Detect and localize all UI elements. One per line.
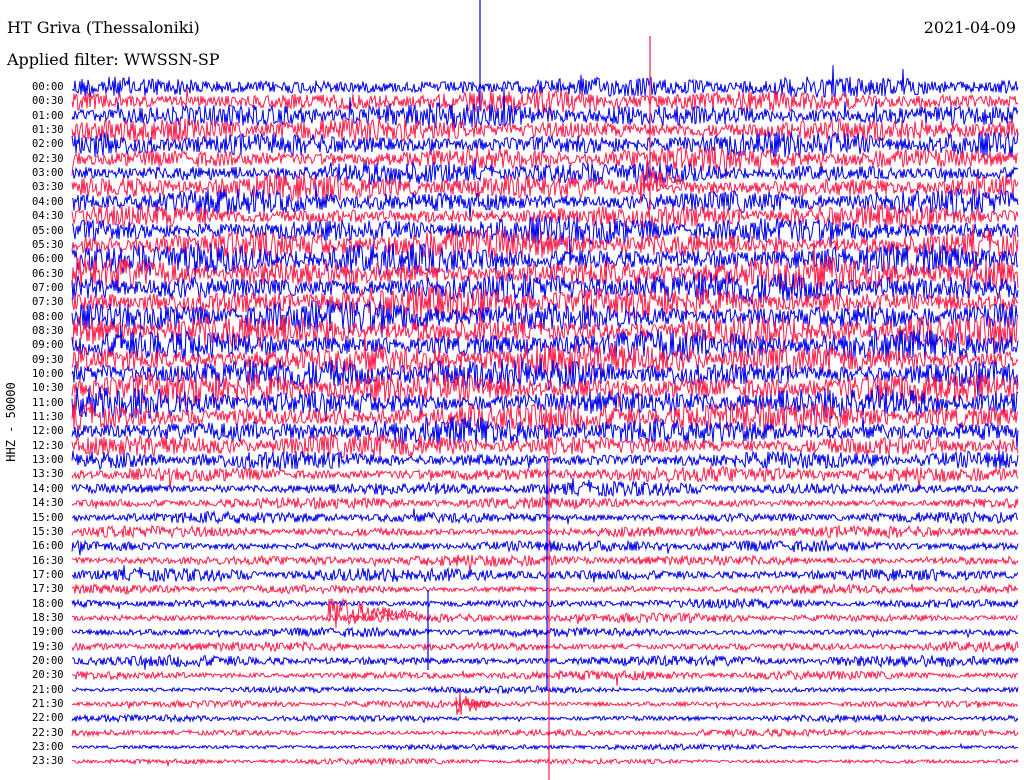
trace-line [71,117,1019,144]
trace-line [71,654,1019,670]
trace-line [71,727,1019,739]
trace-line [71,640,1019,654]
trace-line [71,582,1019,596]
trace-line [71,565,1019,583]
trace-line [71,742,1019,752]
trace-line [71,684,1019,695]
trace-line [71,464,1019,491]
trace-line [71,524,1019,539]
trace-line [71,495,1019,511]
trace-line [72,554,1019,572]
trace-line [71,65,1019,100]
trace-line [71,450,1019,471]
trace-line [71,597,1019,610]
seismogram-plot [71,0,1019,780]
trace-line [71,757,1019,767]
trace-line [71,698,1019,710]
trace-line [71,611,1019,625]
trace-line [71,669,1019,686]
trace-line [71,538,1019,556]
trace-line [71,626,1019,639]
trace-line [71,508,1019,525]
trace-line [71,713,1019,724]
